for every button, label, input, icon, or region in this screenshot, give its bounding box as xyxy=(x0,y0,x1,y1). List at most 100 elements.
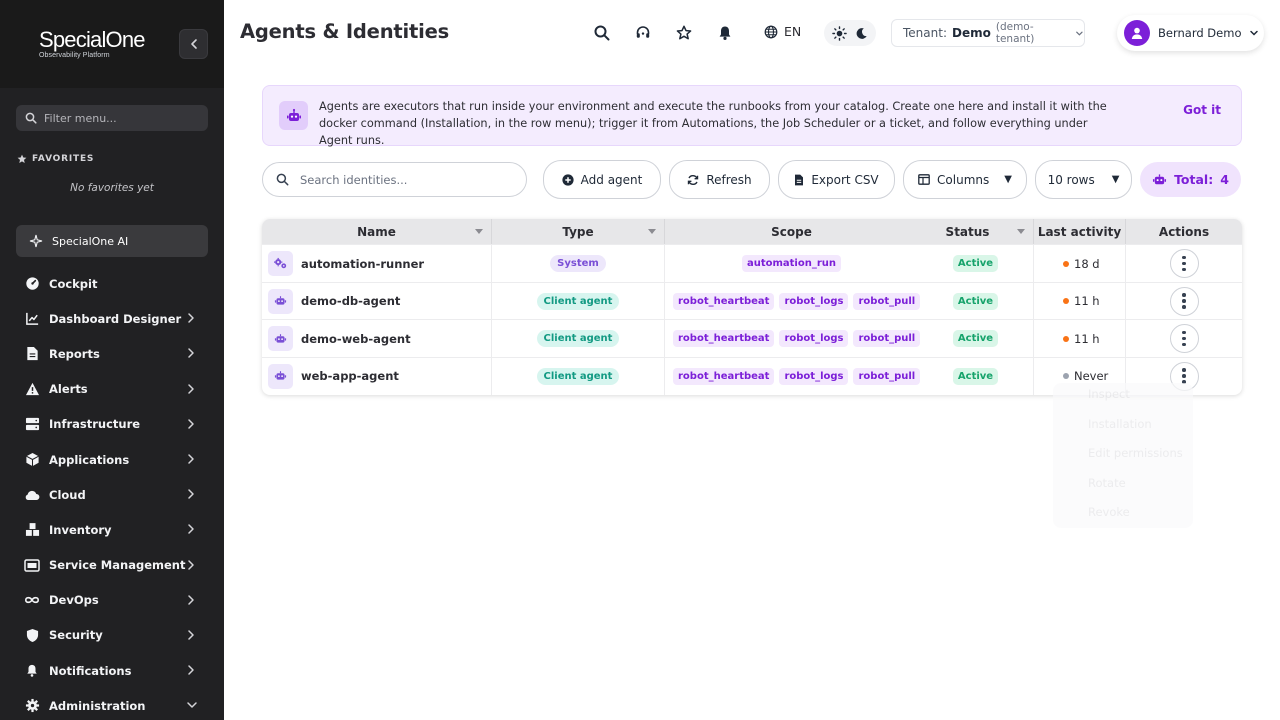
scope-tag: robot_heartbeat xyxy=(673,367,775,385)
sidebar-item-security[interactable]: Security xyxy=(0,618,224,653)
row-actions-button[interactable] xyxy=(1169,324,1199,353)
col-actions-label: Actions xyxy=(1158,224,1210,239)
cell-actions xyxy=(1126,320,1242,357)
cell-scope: automation_run xyxy=(665,245,918,282)
status-badge: Active xyxy=(952,330,999,347)
sort-icon xyxy=(1017,229,1025,234)
chevron-right-icon xyxy=(186,383,196,398)
rows-per-page-select[interactable]: 10 rows ▼ xyxy=(1035,160,1132,199)
kebab-dot xyxy=(1182,261,1186,266)
cell-status: Active xyxy=(918,245,1034,282)
sidebar-item-notifications[interactable]: Notifications xyxy=(0,653,224,688)
document-icon xyxy=(24,346,40,362)
col-actions: Actions xyxy=(1126,219,1242,244)
support-button[interactable] xyxy=(633,23,653,43)
sidebar-item-devops[interactable]: DevOps xyxy=(0,583,224,618)
cell-status: Active xyxy=(918,282,1034,320)
refresh-button[interactable]: Refresh xyxy=(669,160,770,199)
col-last-activity: Last activity xyxy=(1034,219,1126,244)
got-it-button[interactable]: Got it xyxy=(1183,103,1221,117)
search-icon xyxy=(594,25,610,41)
file-icon xyxy=(795,174,804,185)
export-csv-button[interactable]: Export CSV xyxy=(778,160,895,199)
chevron-right-icon xyxy=(186,664,196,679)
col-status[interactable]: Status xyxy=(918,219,1034,244)
sidebar-item-cloud[interactable]: Cloud xyxy=(0,477,224,512)
rows-per-page-label: 10 rows xyxy=(1047,172,1095,187)
brand-name: SpecialOne xyxy=(39,27,146,52)
theme-toggle[interactable] xyxy=(824,20,876,46)
sidebar-item-administration[interactable]: Administration xyxy=(0,688,224,720)
cube-icon xyxy=(24,452,40,468)
infinity-icon xyxy=(24,592,40,608)
sidebar-item-label: Security xyxy=(49,628,103,643)
chevron-right-icon xyxy=(186,347,196,362)
cell-name: web-app-agent xyxy=(262,357,492,395)
robot-icon xyxy=(268,288,293,314)
col-type[interactable]: Type xyxy=(492,219,665,244)
total-value: 4 xyxy=(1220,172,1229,187)
banner-robot-icon-wrap xyxy=(279,101,308,130)
search-identities-input[interactable] xyxy=(300,172,500,187)
agent-name: automation-runner xyxy=(301,256,425,271)
boxes-icon xyxy=(24,522,40,538)
cloud-icon xyxy=(24,487,40,503)
user-icon xyxy=(1131,27,1143,39)
status-badge: Active xyxy=(952,255,999,272)
sidebar-item-applications[interactable]: Applications xyxy=(0,442,224,477)
sidebar-item-label: Service Management xyxy=(49,558,186,573)
col-name[interactable]: Name xyxy=(262,219,492,244)
language-switcher[interactable]: EN xyxy=(764,24,801,39)
col-status-label: Status xyxy=(945,224,990,239)
brand-tagline: Observability Platform xyxy=(39,52,110,59)
star-outline-icon xyxy=(676,25,692,40)
columns-dropdown[interactable]: Columns ▼ xyxy=(903,160,1027,199)
type-badge: System xyxy=(550,255,606,272)
filter-menu-input[interactable]: Filter menu... xyxy=(16,105,208,131)
notifications-button[interactable] xyxy=(715,23,735,43)
sidebar-item-inventory[interactable]: Inventory xyxy=(0,512,224,547)
export-csv-label: Export CSV xyxy=(811,172,879,187)
global-search-button[interactable] xyxy=(592,23,612,43)
add-agent-button[interactable]: Add agent xyxy=(543,160,661,199)
kebab-dot xyxy=(1182,336,1186,341)
chevron-right-icon xyxy=(186,312,196,327)
sidebar-item-label: Reports xyxy=(49,346,100,361)
sidebar-item-reports[interactable]: Reports xyxy=(0,336,224,371)
cell-name: demo-web-agent xyxy=(262,320,492,357)
tenant-selector[interactable]: Tenant: Demo (demo-tenant) xyxy=(891,19,1085,47)
specialone-ai-button[interactable]: SpecialOne AI xyxy=(16,225,208,257)
favorites-title: FAVORITES xyxy=(17,154,94,164)
user-menu[interactable]: Bernard Demo xyxy=(1117,15,1264,51)
brand-logo[interactable]: SpecialOne Observability Platform xyxy=(39,27,146,60)
row-actions-button[interactable] xyxy=(1169,286,1199,316)
kebab-dot xyxy=(1182,342,1186,347)
sparkle-icon xyxy=(29,234,43,248)
sidebar-item-infrastructure[interactable]: Infrastructure xyxy=(0,407,224,442)
last-activity-value: 11 h xyxy=(1074,294,1100,308)
sort-icon xyxy=(475,229,483,234)
columns-icon xyxy=(918,174,930,185)
kebab-dot xyxy=(1182,299,1186,303)
sidebar-item-alerts[interactable]: Alerts xyxy=(0,372,224,407)
row-actions-button[interactable] xyxy=(1169,249,1199,278)
type-badge: Client agent xyxy=(536,292,620,310)
sidebar-item-service-management[interactable]: Service Management xyxy=(0,548,224,583)
star-icon xyxy=(17,154,27,163)
favorites-button[interactable] xyxy=(674,23,694,43)
kebab-dot xyxy=(1182,305,1186,309)
table-row[interactable]: demo-web-agent Client agent robot_heartbea… xyxy=(262,319,1242,357)
bell-icon xyxy=(24,663,40,679)
table-row[interactable]: demo-db-agent Client agent robot_heartbeat… xyxy=(262,281,1242,320)
sidebar-body: Filter menu... FAVORITES No favorites ye… xyxy=(0,88,224,720)
chevron-down-icon xyxy=(1076,31,1083,36)
globe-icon xyxy=(764,25,778,38)
sidebar-item-cockpit[interactable]: Cockpit xyxy=(0,266,224,301)
sidebar-item-label: DevOps xyxy=(49,593,99,608)
collapse-sidebar-button[interactable] xyxy=(179,29,208,59)
search-identities[interactable] xyxy=(262,162,527,197)
sidebar-item-label: Cloud xyxy=(49,487,86,502)
table-row[interactable]: automation-runner System automation_run Act… xyxy=(262,244,1242,282)
col-last-activity-label: Last activity xyxy=(1037,224,1122,239)
sidebar-item-dashboard-designer[interactable]: Dashboard Designer xyxy=(0,301,224,336)
